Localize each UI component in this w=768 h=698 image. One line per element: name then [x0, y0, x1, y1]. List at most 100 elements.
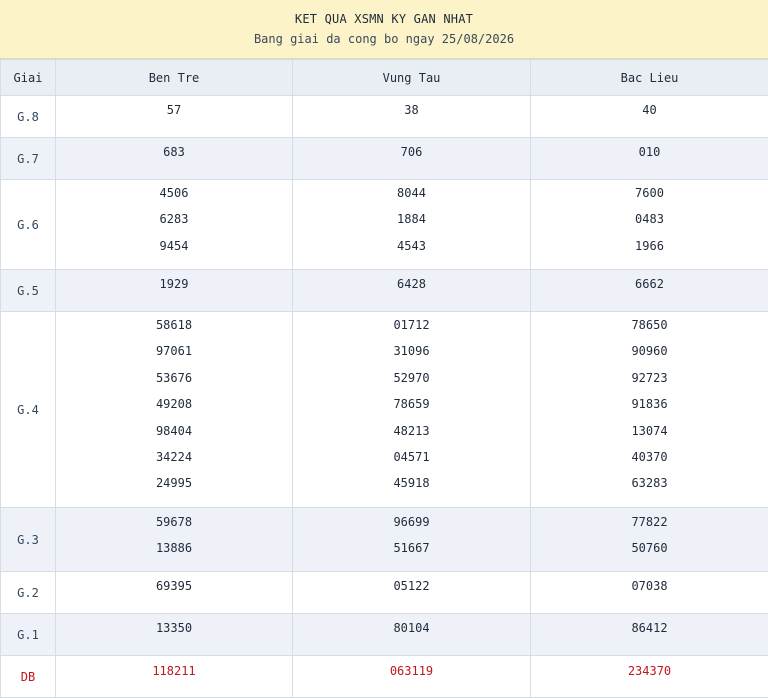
- column-header-vung-tau: Vung Tau: [293, 60, 531, 96]
- table-row: G.5 1929 6428 6662: [1, 270, 768, 312]
- result-number: 45918: [393, 470, 429, 496]
- table-row: G.1 13350 80104 86412: [1, 614, 768, 656]
- results-header: KET QUA XSMN KY GAN NHAT Bang giai da co…: [0, 0, 768, 59]
- result-number: 58618: [156, 312, 192, 338]
- result-number: 706: [401, 139, 423, 165]
- result-cell: 07038: [531, 572, 768, 614]
- result-cell: 57: [56, 96, 293, 138]
- result-cell: 01712310965297078659482130457145918: [293, 312, 531, 508]
- result-number: 69395: [156, 573, 192, 599]
- result-number: 40: [642, 97, 656, 123]
- result-number: 1966: [635, 233, 664, 259]
- result-number: 51667: [393, 535, 429, 561]
- result-number: 24995: [156, 470, 192, 496]
- prize-label: G.6: [1, 180, 56, 270]
- result-number: 40370: [631, 444, 667, 470]
- result-number: 1884: [397, 206, 426, 232]
- result-number: 97061: [156, 338, 192, 364]
- result-number: 05122: [393, 573, 429, 599]
- result-cell: 450662839454: [56, 180, 293, 270]
- result-number: 96699: [393, 509, 429, 535]
- result-number: 4543: [397, 233, 426, 259]
- result-cell: 9669951667: [293, 508, 531, 572]
- prize-label: DB: [1, 656, 56, 698]
- table-row: G.7683706010: [1, 138, 768, 180]
- result-number: 118211: [152, 658, 195, 684]
- result-number: 38: [404, 97, 418, 123]
- result-number: 63283: [631, 470, 667, 496]
- prize-label: G.3: [1, 508, 56, 572]
- result-cell: 063119: [293, 656, 531, 698]
- result-number: 57: [167, 97, 181, 123]
- result-number: 04571: [393, 444, 429, 470]
- result-cell: 78650909609272391836130744037063283: [531, 312, 768, 508]
- result-number: 31096: [393, 338, 429, 364]
- result-number: 6283: [160, 206, 189, 232]
- result-cell: 5967813886: [56, 508, 293, 572]
- result-cell: 010: [531, 138, 768, 180]
- result-number: 52970: [393, 365, 429, 391]
- result-number: 1929: [160, 271, 189, 297]
- result-cell: 38: [293, 96, 531, 138]
- prize-label: G.1: [1, 614, 56, 656]
- prize-label: G.7: [1, 138, 56, 180]
- result-number: 59678: [156, 509, 192, 535]
- results-panel: KET QUA XSMN KY GAN NHAT Bang giai da co…: [0, 0, 768, 696]
- result-number: 7600: [635, 180, 664, 206]
- prize-label: G.4: [1, 312, 56, 508]
- result-number: 063119: [390, 658, 433, 684]
- result-cell: 7782250760: [531, 508, 768, 572]
- result-number: 234370: [628, 658, 671, 684]
- result-cell: 86412: [531, 614, 768, 656]
- result-number: 34224: [156, 444, 192, 470]
- prize-label: G.2: [1, 572, 56, 614]
- result-cell: 118211: [56, 656, 293, 698]
- results-title: KET QUA XSMN KY GAN NHAT: [0, 0, 768, 26]
- result-number: 01712: [393, 312, 429, 338]
- prize-label: G.5: [1, 270, 56, 312]
- result-number: 98404: [156, 418, 192, 444]
- result-number: 6428: [397, 271, 426, 297]
- result-cell: 6428: [293, 270, 531, 312]
- result-cell: 6662: [531, 270, 768, 312]
- results-table: Giai Ben Tre Vung Tau Bac Lieu G.8 57 38 40…: [0, 59, 768, 698]
- result-number: 48213: [393, 418, 429, 444]
- table-row: G.2 69395 05122 07038: [1, 572, 768, 614]
- table-row: G.45861897061536764920898404342242499501…: [1, 312, 768, 508]
- result-number: 13886: [156, 535, 192, 561]
- result-number: 49208: [156, 391, 192, 417]
- result-number: 86412: [631, 615, 667, 641]
- column-header-prize: Giai: [1, 60, 56, 96]
- result-cell: 05122: [293, 572, 531, 614]
- result-number: 91836: [631, 391, 667, 417]
- result-number: 8044: [397, 180, 426, 206]
- result-number: 50760: [631, 535, 667, 561]
- result-number: 6662: [635, 271, 664, 297]
- table-row: G.8 57 38 40: [1, 96, 768, 138]
- column-header-ben-tre: Ben Tre: [56, 60, 293, 96]
- result-cell: 40: [531, 96, 768, 138]
- result-number: 78659: [393, 391, 429, 417]
- prize-label: G.8: [1, 96, 56, 138]
- result-cell: 706: [293, 138, 531, 180]
- result-number: 78650: [631, 312, 667, 338]
- result-number: 0483: [635, 206, 664, 232]
- results-body: G.8573840G.7683706010G.64506628394548044…: [1, 96, 768, 698]
- result-number: 13074: [631, 418, 667, 444]
- result-cell: 760004831966: [531, 180, 768, 270]
- result-cell: 58618970615367649208984043422424995: [56, 312, 293, 508]
- result-number: 9454: [160, 233, 189, 259]
- result-cell: 1929: [56, 270, 293, 312]
- result-number: 4506: [160, 180, 189, 206]
- result-number: 07038: [631, 573, 667, 599]
- table-row: G.6450662839454804418844543760004831966: [1, 180, 768, 270]
- column-header-bac-lieu: Bac Lieu: [531, 60, 768, 96]
- result-number: 92723: [631, 365, 667, 391]
- result-number: 90960: [631, 338, 667, 364]
- result-number: 13350: [156, 615, 192, 641]
- result-number: 53676: [156, 365, 192, 391]
- table-row: DB 118211 063119 234370: [1, 656, 768, 698]
- table-row: G.3596781388696699516677782250760: [1, 508, 768, 572]
- result-cell: 69395: [56, 572, 293, 614]
- result-number: 80104: [393, 615, 429, 641]
